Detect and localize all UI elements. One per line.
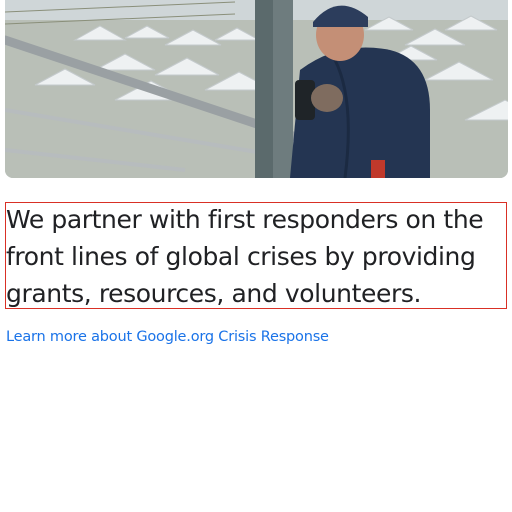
crisis-response-card: We partner with first responders on the … [0, 0, 512, 512]
hero-photo [5, 0, 508, 178]
hero-illustration [5, 0, 508, 178]
mission-statement: We partner with first responders on the … [6, 205, 484, 308]
learn-more-link[interactable]: Learn more about Google.org Crisis Respo… [6, 329, 329, 345]
